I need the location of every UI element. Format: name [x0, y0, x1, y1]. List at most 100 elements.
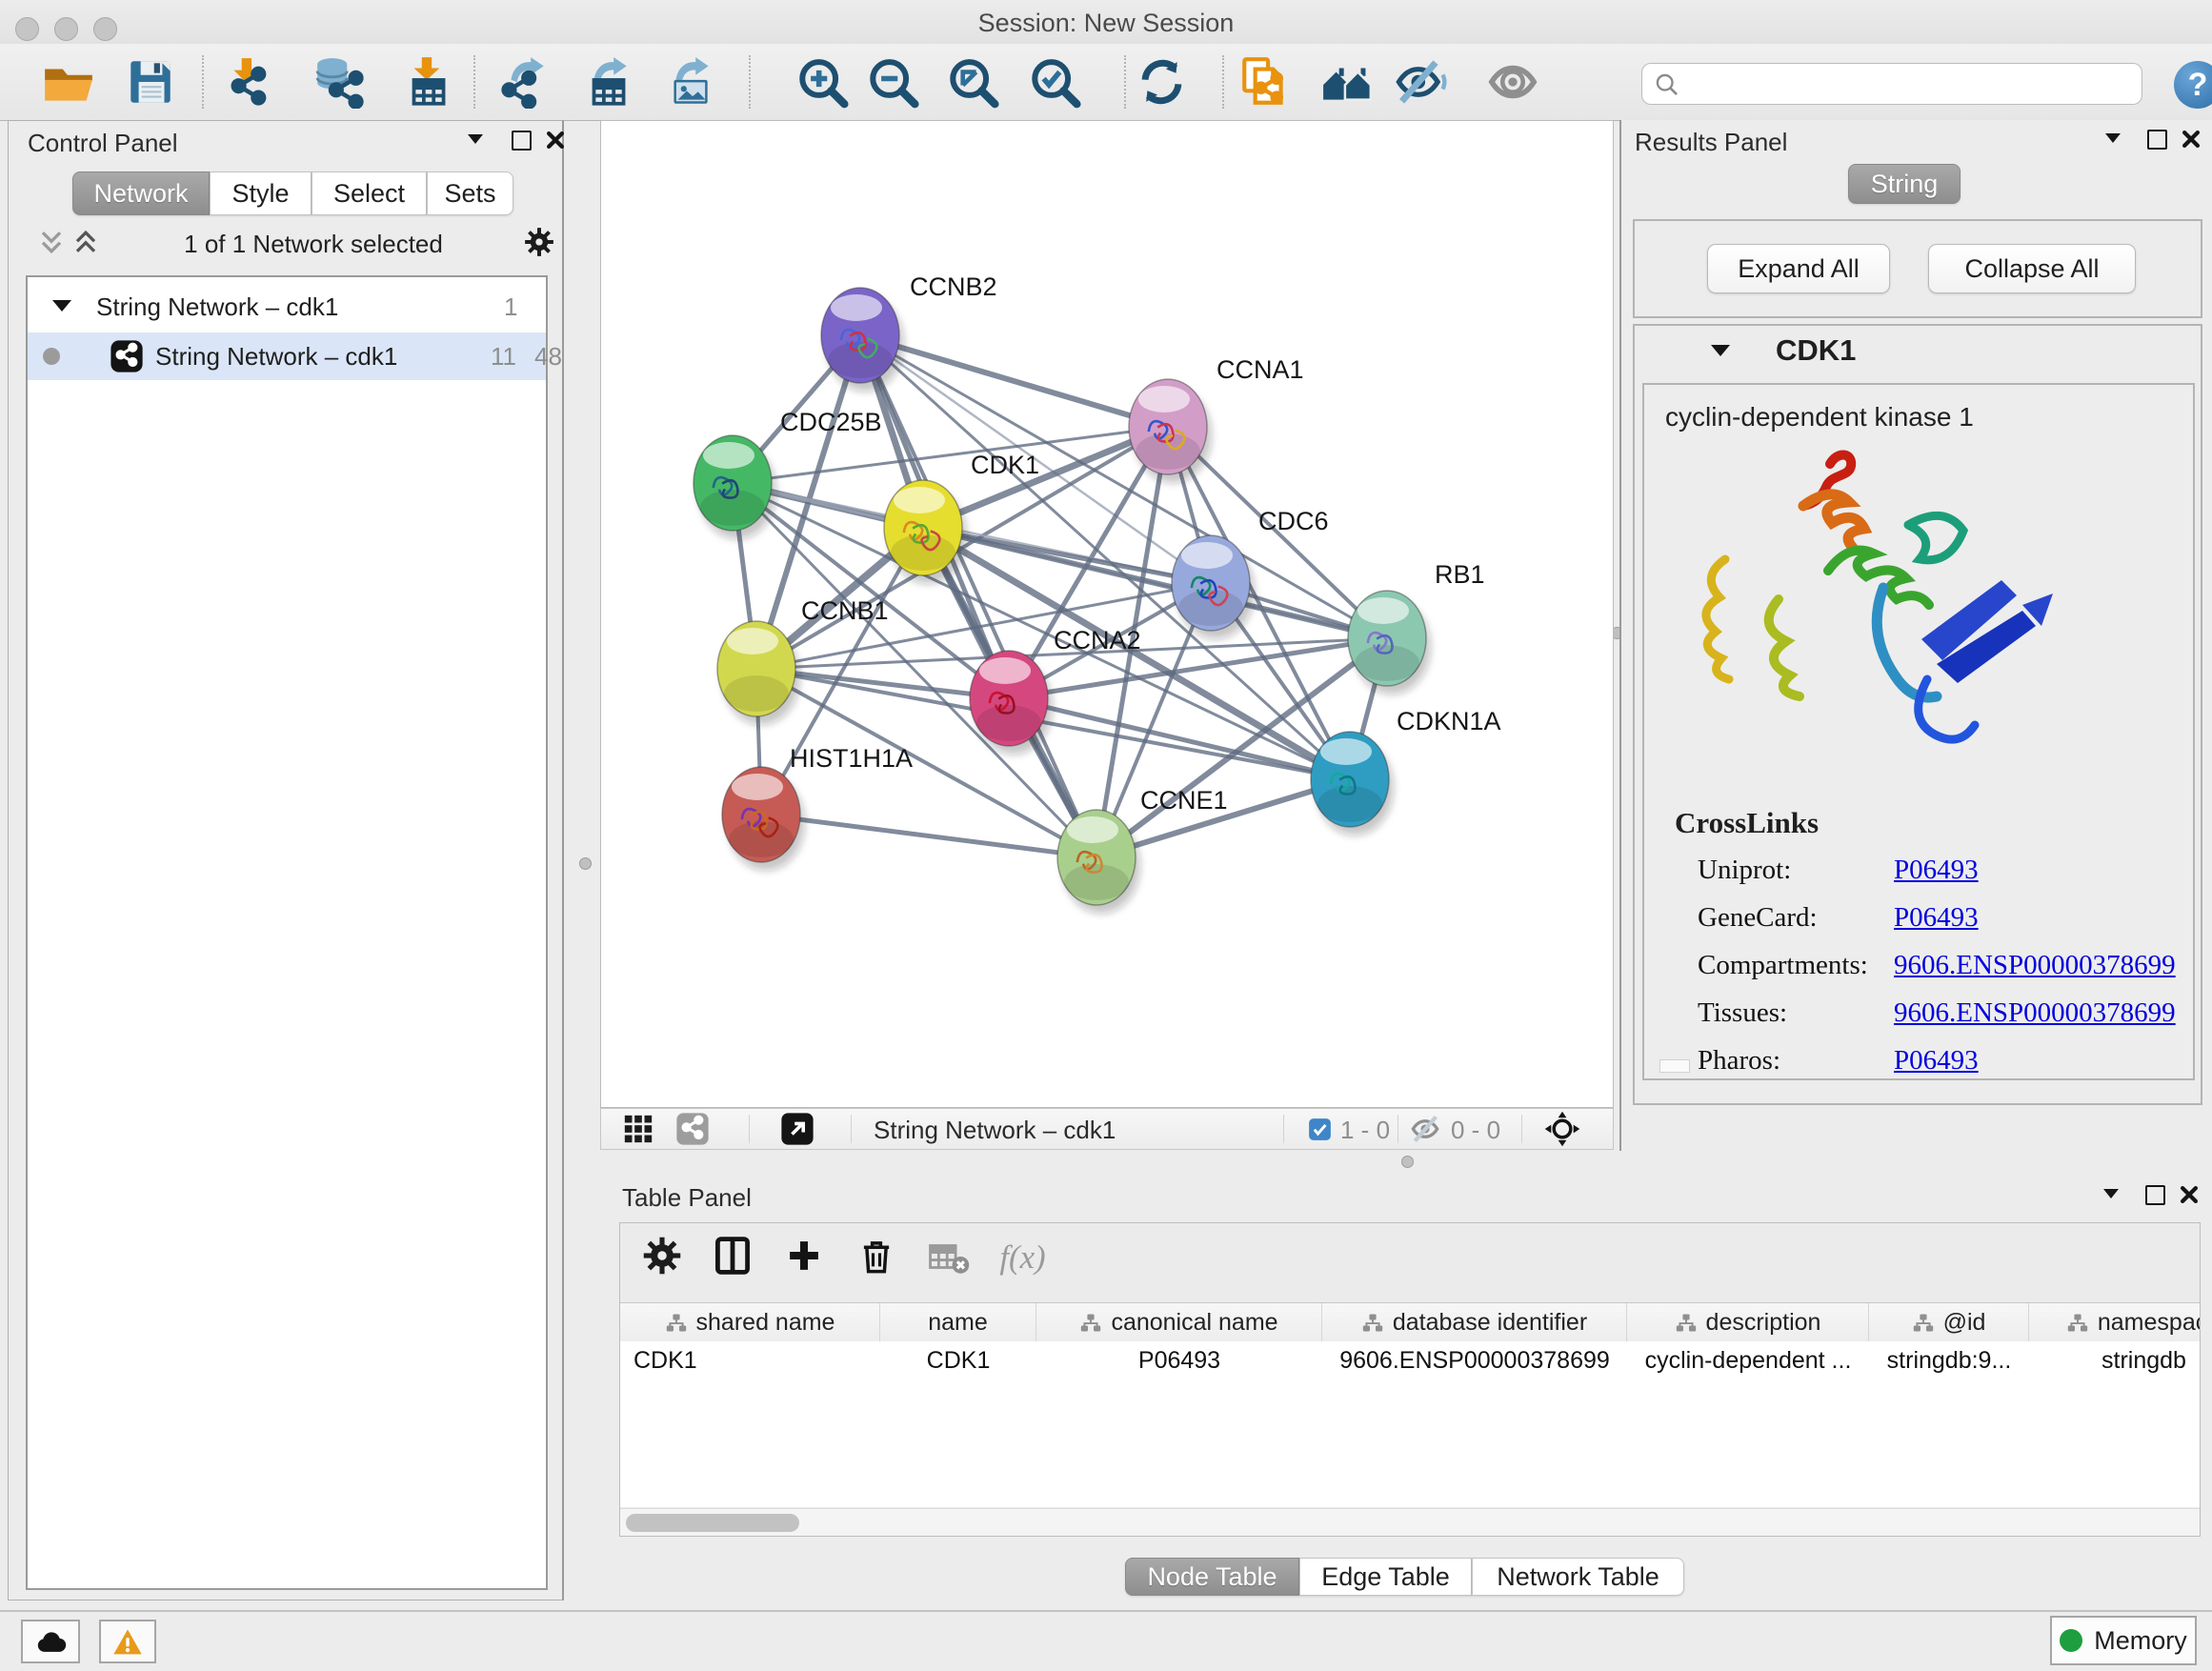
node-CCNA1[interactable]	[1129, 379, 1207, 474]
crosslink-link[interactable]: 9606.ENSP00000378699	[1894, 949, 2176, 981]
tab-style[interactable]: Style	[210, 171, 312, 215]
hidden-items-icon[interactable]	[1407, 1114, 1443, 1144]
node-label: CCNE1	[1140, 786, 1228, 815]
zoom-out-icon[interactable]	[861, 52, 922, 111]
network-edge-count: 48	[534, 342, 562, 372]
column-type-icon	[1361, 1312, 1384, 1334]
results-panel-close-icon[interactable]	[2182, 130, 2201, 149]
table-panel-close-icon[interactable]	[2180, 1185, 2199, 1204]
collection-expander-icon[interactable]	[52, 300, 71, 312]
import-network-from-database-icon[interactable]	[310, 52, 371, 111]
vertical-splitter-handle[interactable]	[579, 857, 592, 870]
crosslink-link[interactable]: 9606.ENSP00000378699	[1894, 997, 2176, 1029]
open-session-icon[interactable]	[38, 52, 99, 111]
edge-HIST1H1A-CCNE1[interactable]	[761, 815, 1096, 857]
edge-CCNB2-CCNE1[interactable]	[860, 335, 1096, 857]
column-header-name[interactable]: name	[880, 1303, 1036, 1341]
expand-all-button[interactable]: Expand All	[1707, 244, 1890, 293]
collapse-all-button[interactable]: Collapse All	[1928, 244, 2136, 293]
first-neighbors-icon[interactable]	[1317, 52, 1378, 111]
node-CCNA2[interactable]	[970, 651, 1048, 746]
zoom-fit-content-icon[interactable]	[941, 52, 1002, 111]
node-CDKN1A[interactable]	[1311, 732, 1389, 827]
network-overview-icon[interactable]	[675, 1112, 710, 1146]
tab-node-table[interactable]: Node Table	[1125, 1558, 1299, 1596]
search-input[interactable]	[1641, 63, 2142, 105]
create-network-from-selection-icon[interactable]	[1235, 52, 1296, 111]
table-options-gear-icon[interactable]	[641, 1235, 683, 1277]
import-table-from-file-icon[interactable]	[397, 52, 458, 111]
table-row[interactable]: CDK1CDK1P064939606.ENSP00000378699cyclin…	[620, 1343, 2201, 1378]
import-network-from-file-icon[interactable]	[220, 52, 281, 111]
control-panel-close-icon[interactable]	[546, 131, 565, 150]
edge-CCNA2-CDKN1A[interactable]	[1009, 698, 1350, 779]
node-CDC25B[interactable]	[694, 435, 772, 531]
network-panel-options-gear-icon[interactable]	[523, 226, 555, 258]
edge-CCNB2-CCNA1[interactable]	[860, 335, 1168, 427]
expand-all-networks-icon[interactable]	[71, 230, 100, 254]
tab-string[interactable]: String	[1848, 164, 1961, 204]
column-header-shared-name[interactable]: shared name	[620, 1303, 880, 1341]
zoom-in-icon[interactable]	[791, 52, 852, 111]
results-panel-float-icon[interactable]	[2147, 130, 2167, 150]
network-canvas[interactable]: CCNB2CCNA1CDC25BCDK1CDC6RB1CCNB1CCNA2CDK…	[600, 120, 1614, 1108]
delete-columns-icon[interactable]	[856, 1235, 896, 1277]
hide-selection-icon[interactable]	[1391, 52, 1452, 111]
show-columns-icon[interactable]	[712, 1235, 754, 1277]
table-hscrollbar-thumb[interactable]	[626, 1514, 799, 1532]
memory-button[interactable]: Memory	[2050, 1616, 2197, 1665]
zoom-selected-region-icon[interactable]	[1023, 52, 1084, 111]
export-table-icon[interactable]	[577, 52, 638, 111]
column-header-canonical-name[interactable]: canonical name	[1036, 1303, 1322, 1341]
export-network-icon[interactable]	[494, 52, 555, 111]
entry-scrollbar-stub[interactable]	[1659, 1059, 1690, 1073]
network-row-selected[interactable]: String Network – cdk1 11 48	[28, 332, 546, 380]
tab-network[interactable]: Network	[72, 171, 210, 215]
control-panel-float-icon[interactable]	[512, 131, 532, 151]
table-hscrollbar-track[interactable]	[620, 1508, 2200, 1537]
create-column-icon[interactable]	[784, 1236, 824, 1276]
table-cell: 9606.ENSP00000378699	[1322, 1343, 1627, 1378]
export-image-icon[interactable]	[659, 52, 720, 111]
tab-select[interactable]: Select	[312, 171, 427, 215]
control-panel-menu-icon[interactable]	[468, 134, 483, 144]
tab-edge-table[interactable]: Edge Table	[1299, 1558, 1472, 1596]
results-panel-menu-icon[interactable]	[2105, 133, 2121, 143]
network-view-toolbar: String Network – cdk1 1 - 0 0 - 0	[600, 1108, 1614, 1150]
show-all-icon[interactable]	[1482, 52, 1543, 111]
column-header-namespace[interactable]: namespace	[2029, 1303, 2201, 1341]
apply-preferred-layout-icon[interactable]	[1128, 52, 1189, 111]
selected-items-checkbox[interactable]	[1308, 1117, 1332, 1141]
cloud-status-button[interactable]	[21, 1620, 80, 1663]
node-CDC6[interactable]	[1172, 535, 1250, 631]
tab-sets[interactable]: Sets	[427, 171, 513, 215]
crosslink-row: Compartments: 9606.ENSP00000378699	[1698, 949, 2183, 981]
node-HIST1H1A[interactable]	[722, 767, 800, 862]
node-label: CDC6	[1258, 507, 1329, 535]
column-header--id[interactable]: @id	[1869, 1303, 2029, 1341]
crosslink-link[interactable]: P06493	[1894, 854, 1979, 886]
crosslink-link[interactable]: P06493	[1894, 1044, 1979, 1077]
column-label: database identifier	[1393, 1309, 1587, 1337]
node-CCNB1[interactable]	[717, 621, 795, 716]
node-RB1[interactable]	[1348, 591, 1426, 686]
network-collection-row[interactable]: String Network – cdk1 1	[28, 287, 546, 329]
column-header-description[interactable]: description	[1627, 1303, 1869, 1341]
entry-expander-icon[interactable]	[1711, 345, 1730, 356]
help-button[interactable]: ?	[2174, 61, 2212, 109]
detach-view-icon[interactable]	[780, 1112, 814, 1146]
horizontal-splitter-handle[interactable]	[1401, 1156, 1414, 1168]
tab-network-table[interactable]: Network Table	[1472, 1558, 1684, 1596]
collapse-all-networks-icon[interactable]	[37, 230, 66, 254]
column-header-database-identifier[interactable]: database identifier	[1322, 1303, 1627, 1341]
table-panel-float-icon[interactable]	[2145, 1185, 2165, 1205]
table-panel-menu-icon[interactable]	[2103, 1189, 2119, 1198]
node-CCNB2[interactable]	[821, 288, 899, 383]
node-CCNE1[interactable]	[1057, 810, 1136, 905]
save-session-icon[interactable]	[120, 52, 181, 111]
birds-eye-view-icon[interactable]	[1544, 1111, 1580, 1147]
warnings-button[interactable]	[99, 1620, 156, 1663]
grid-view-icon[interactable]	[622, 1113, 654, 1145]
crosslink-link[interactable]: P06493	[1894, 901, 1979, 934]
node-CDK1[interactable]	[884, 480, 962, 575]
